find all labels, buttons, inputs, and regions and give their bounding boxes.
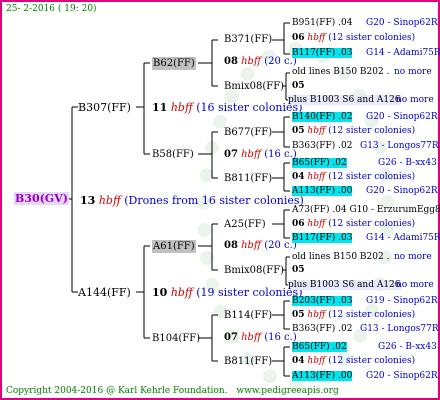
gen4-row-19: B203(FF) .03: [292, 296, 353, 306]
gen3-queen-6: Bmix08(FF): [224, 265, 285, 276]
gen4-row-15: B117(FF) .03: [292, 233, 353, 243]
gen4-row-24-line: G20 - Sinop62R: [366, 371, 438, 381]
timestamp: 25- 2-2016 ( 19: 20): [6, 4, 97, 14]
gen4-row-5: 05: [292, 81, 305, 91]
gen2-queen-2: B58(FF): [152, 149, 194, 160]
gen3-queen-8: B811(FF): [224, 356, 273, 367]
gen3-queen-3: B677(FF): [224, 127, 273, 138]
gen2-drone-info-1: 08 hbff (20 c.): [224, 56, 297, 67]
gen4-row-15-line: G14 - Adami75R: [366, 233, 440, 243]
gen4-row-10-line: G26 - B-xx43: [378, 158, 437, 168]
root-drone-info: 13 hbff (Drones from 16 sister colonies): [80, 194, 304, 207]
gen4-row-23: 04 hbff (12 sister colonies): [292, 356, 416, 366]
gen1-drone-info-2: 10 hbff (19 sister colonies): [152, 286, 303, 299]
gen4-row-18: plus B1003 S6 and A126: [288, 280, 401, 290]
gen4-row-20: 05 hbff (12 sister colonies): [292, 310, 416, 320]
gen2-queen-4: B104(FF): [152, 333, 201, 344]
root-num: 13: [80, 194, 96, 207]
gen4-row-9: B363(FF) .02: [292, 141, 353, 151]
root-note: (Drones from 16 sister colonies): [124, 194, 304, 207]
root-queen-label: B30(GV): [14, 192, 69, 205]
pedigree-frame: 25- 2-2016 ( 19: 20) B30(GV) 13 hbff (Dr…: [0, 0, 440, 400]
gen4-row-14: 06 hbff (12 sister colonies): [292, 219, 416, 229]
copyright-text: Copyright 2004-2016 @ Karl Kehrle Founda…: [6, 386, 228, 396]
gen4-row-7: B140(FF) .02: [292, 112, 353, 122]
gen4-row-19-line: G19 - Sinop62R: [366, 296, 438, 306]
gen4-row-1: B951(FF) .04: [292, 18, 353, 28]
gen3-queen-5: A25(FF): [224, 219, 266, 230]
gen3-queen-2: Bmix08(FF): [224, 81, 285, 92]
gen4-row-12-line: G20 - Sinop62R: [366, 186, 438, 196]
footer: Copyright 2004-2016 @ Karl Kehrle Founda…: [6, 386, 339, 396]
gen4-row-9-line: G13 - Longos77R: [360, 141, 439, 151]
gen2-drone-info-2: 07 hbff (16 c.): [224, 149, 297, 160]
gen4-row-3-line: G14 - Adami75R: [366, 48, 440, 58]
gen4-row-6: plus B1003 S6 and A126: [288, 95, 401, 105]
gen4-row-6-line: no more: [396, 95, 434, 105]
gen4-row-21: B363(FF) .02: [292, 324, 353, 334]
gen2-queen-3: A61(FF): [152, 240, 196, 253]
gen4-row-4: old lines B150 B202 .: [292, 67, 390, 77]
gen4-row-16: old lines B150 B202 .: [292, 252, 390, 262]
gen4-row-22: B65(FF) .02: [292, 342, 347, 352]
gen4-row-16-line: no more: [394, 252, 432, 262]
gen2-queen-1: B62(FF): [152, 57, 196, 70]
gen4-row-2: 06 hbff (12 sister colonies): [292, 33, 416, 43]
gen2-drone-info-3: 08 hbff (20 c.): [224, 240, 297, 251]
gen4-row-12: A113(FF) .00: [292, 186, 353, 196]
gen4-row-3: B117(FF) .03: [292, 48, 353, 58]
gen4-row-18-line: no more: [396, 280, 434, 290]
gen4-row-4-line: no more: [394, 67, 432, 77]
gen3-queen-4: B811(FF): [224, 173, 273, 184]
gen4-row-17: 05: [292, 265, 305, 275]
gen3-queen-1: B371(FF): [224, 34, 273, 45]
gen2-drone-info-4: 07 hbff (16 c.): [224, 332, 297, 343]
gen1-queen-2: A144(FF): [78, 286, 131, 299]
gen4-row-24: A113(FF) .00: [292, 371, 353, 381]
gen4-row-22-line: G26 - B-xx43: [378, 342, 437, 352]
gen3-queen-7: B114(FF): [224, 310, 273, 321]
gen1-drone-info-1: 11 hbff (16 sister colonies): [152, 101, 303, 114]
gen4-row-7-line: G20 - Sinop62R: [366, 112, 438, 122]
gen4-row-13: A73(FF) .04 G10 - ErzurumEgg8: [292, 205, 440, 215]
gen4-row-8: 05 hbff (12 sister colonies): [292, 126, 416, 136]
site-link[interactable]: www.pedigreeapis.org: [236, 386, 338, 396]
gen1-queen-1: B307(FF): [78, 101, 131, 114]
gen4-row-10: B65(FF) .02: [292, 158, 347, 168]
gen4-row-21-line: G13 - Longos77R: [360, 324, 439, 334]
gen4-row-11: 04 hbff (12 sister colonies): [292, 172, 416, 182]
gen4-row-1-line: G20 - Sinop62R: [366, 18, 438, 28]
root-hbff: hbff: [98, 194, 121, 207]
